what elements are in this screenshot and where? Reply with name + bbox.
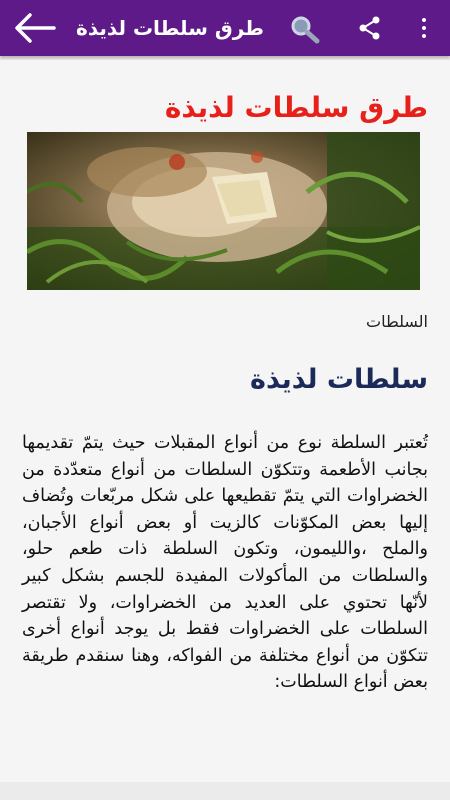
bottom-bar <box>0 782 450 800</box>
app-bar: طرق سلطات لذيذة <box>0 0 450 56</box>
app-bar-title: طرق سلطات لذيذة <box>76 16 264 40</box>
more-vertical-icon <box>422 18 426 22</box>
arrow-left-icon <box>15 13 56 43</box>
share-button[interactable] <box>355 14 385 42</box>
article-title: طرق سلطات لذيذة <box>164 91 428 124</box>
image-caption: السلطات <box>366 312 428 331</box>
salad-photo <box>27 132 420 290</box>
article-body: تُعتبر السلطة نوع من أنواع المقبلات حيث … <box>22 433 428 693</box>
share-icon <box>359 16 380 40</box>
back-button[interactable] <box>10 10 58 46</box>
more-menu-button[interactable] <box>414 14 434 42</box>
section-heading: سلطات لذيذة <box>250 364 428 395</box>
article-content[interactable]: طرق سلطات لذيذة السلطات سلطات لذيذة تُعت… <box>0 60 450 782</box>
search-button[interactable] <box>288 14 322 44</box>
search-icon <box>291 16 320 44</box>
